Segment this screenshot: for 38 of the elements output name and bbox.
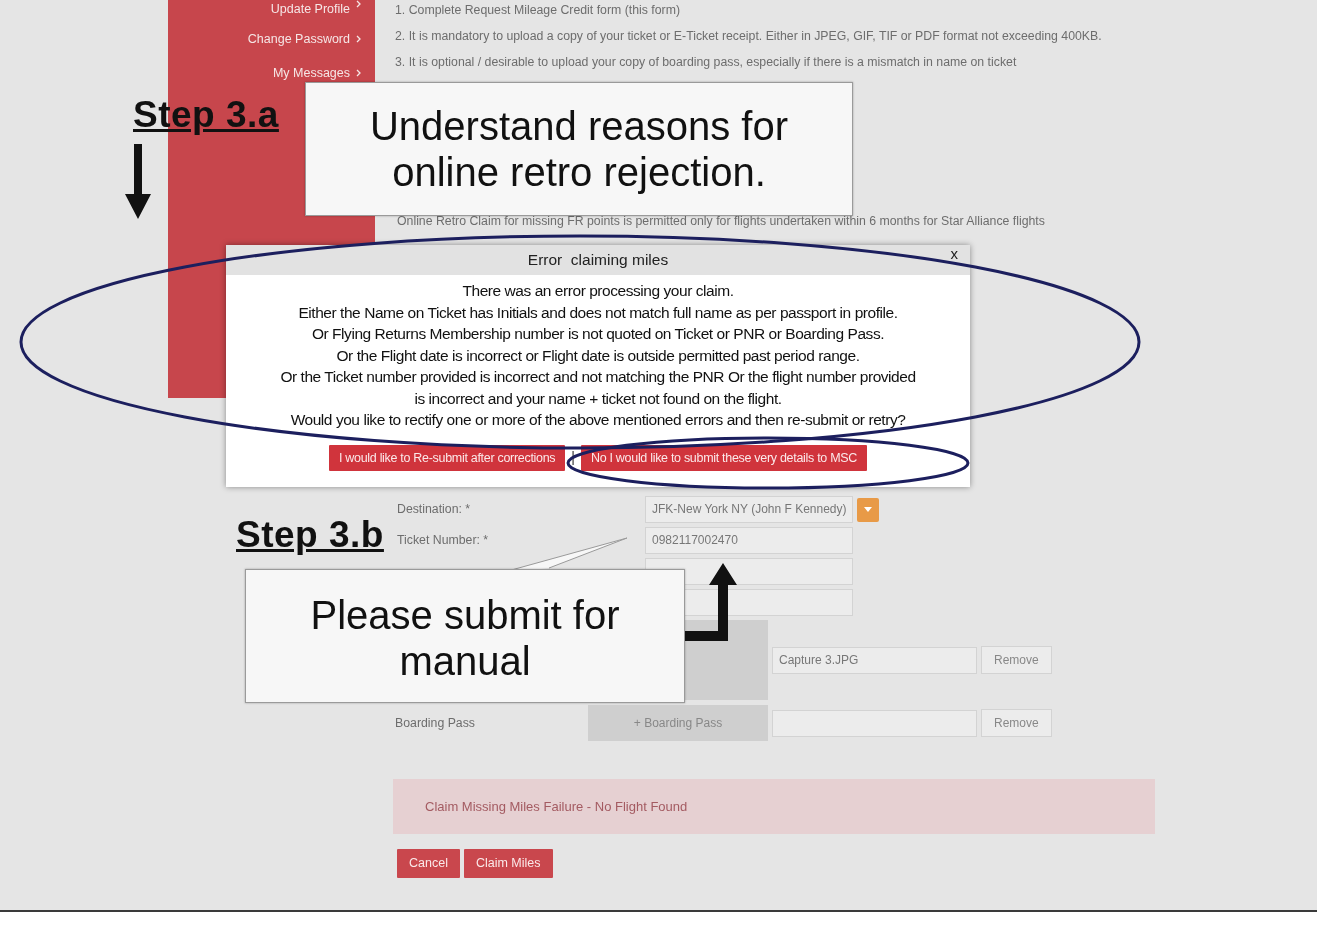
dialog-title: Error claiming miles (527, 250, 669, 271)
sidebar-link[interactable]: Update Profile (270, 0, 350, 19)
step-label: Step 3.b (236, 515, 384, 555)
field-label: Destination: * (396, 501, 472, 519)
destination-select[interactable]: JFK-New York NY (John F Kennedy) (645, 496, 853, 523)
input-field[interactable]: 0982117002470 (645, 527, 853, 554)
chevron-icon (356, 0, 361, 8)
sidebar-link[interactable]: My Messages (272, 63, 350, 83)
alert-text: Claim Missing Miles Failure - No Flight Found (425, 799, 688, 814)
chevron-icon (356, 69, 361, 77)
field-label: Ticket Number: * (396, 532, 490, 550)
error-message-line: is incorrect and your name + ticket not found on the flight. (413, 388, 783, 409)
instruction-text: 1. Complete Request Mileage Credit form (this form) (395, 2, 681, 18)
field-label: Boarding Pass (395, 714, 476, 732)
chevron-icon (356, 35, 361, 43)
form-button[interactable]: Claim Miles (463, 849, 553, 878)
error-message-line: Or the Ticket number provided is incorrect and not matching the PNR Or the flight number provided (279, 367, 917, 387)
upload-button[interactable]: + Boarding Pass (588, 705, 768, 741)
error-message-line: Either the Name on Ticket has Initials and does not match full name as per passport in profile. (297, 302, 899, 323)
file-name-field[interactable]: Capture 3.JPG (772, 646, 977, 674)
form-button[interactable]: Cancel (397, 849, 460, 878)
dialog-button[interactable]: No I would like to submit these very details to MSC (580, 444, 868, 472)
remove-button[interactable]: Remove (981, 709, 1052, 737)
file-name-field[interactable] (772, 709, 977, 737)
callout-text: Please submit for manual (310, 593, 620, 683)
caret-icon (864, 507, 872, 512)
sidebar-link[interactable]: Change Password (247, 29, 350, 49)
error-message-line: Would you like to rectify one or more of the above mentioned errors and then re-submit or retry? (289, 410, 907, 430)
instruction-text: 3. It is optional / desirable to upload your copy of boarding pass, especially if there is a mismatch in name on ticket (395, 54, 1018, 70)
instruction-text: 2. It is mandatory to upload a copy of your ticket or E-Ticket receipt. Either in JPEG, GIF, TIF or PDF format not exceeding 400KB. (395, 28, 1103, 44)
remove-button[interactable]: Remove (981, 646, 1052, 674)
dialog-button[interactable]: I would like to Re-submit after corrections (328, 444, 566, 472)
error-message-line: There was an error processing your claim. (461, 281, 735, 301)
error-message-line: Or Flying Returns Membership number is not quoted on Ticket or PNR or Boarding Pass. (310, 324, 886, 344)
close-button[interactable]: x (950, 245, 958, 263)
callout-text: Understand reasons for online retro rejection. (370, 104, 788, 194)
error-message-line: Or the Flight date is incorrect or Flight date is outside permitted past period range. (335, 345, 861, 366)
retro-note: Online Retro Claim for missing FR points is permitted only for flights undertaken within 6 months for Star Alliance flights (397, 214, 1045, 228)
